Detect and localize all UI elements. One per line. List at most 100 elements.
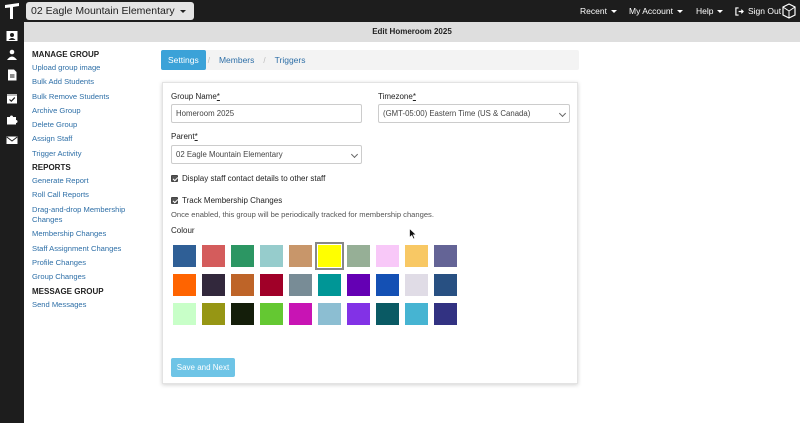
menu-membership-changes[interactable]: Membership Changes [32,229,152,239]
colour-swatch[interactable] [260,245,283,267]
parent-label: Parent* [171,132,198,141]
parent-value: 02 Eagle Mountain Elementary [176,150,283,159]
settings-form: Group Name* Homeroom 2025 Timezone* (GMT… [162,82,578,384]
timezone-select[interactable]: (GMT-05:00) Eastern Time (US & Canada) [378,104,570,123]
colour-swatch[interactable] [315,242,344,270]
document-icon[interactable] [6,69,18,81]
colour-swatch[interactable] [289,245,312,267]
nav-sign-out[interactable]: Sign Out [735,0,781,22]
colour-swatch[interactable] [231,245,254,267]
colour-swatch[interactable] [376,274,399,296]
app-logo-icon[interactable] [0,0,24,22]
caret-down-icon [610,9,617,13]
display-contact-row: Display staff contact details to other s… [171,174,325,183]
colour-swatch[interactable] [376,245,399,267]
required-mark: * [216,92,220,101]
menu-archive-group[interactable]: Archive Group [32,106,152,116]
nav-help-label: Help [696,6,714,16]
menu-roll-call-reports[interactable]: Roll Call Reports [32,190,152,200]
colour-swatch[interactable] [434,274,457,296]
colour-swatch[interactable] [173,245,196,267]
colour-swatch[interactable] [231,274,254,296]
colour-swatch[interactable] [289,303,312,325]
display-contact-checkbox[interactable] [171,175,178,182]
nav-recent[interactable]: Recent [580,0,617,22]
tab-members[interactable]: Members [212,50,261,70]
menu-assign-staff[interactable]: Assign Staff [32,134,152,144]
menu-upload-group-image[interactable]: Upload group image [32,63,152,73]
nav-sign-out-label: Sign Out [748,6,782,16]
nav-my-account-label: My Account [629,6,673,16]
menu-send-messages[interactable]: Send Messages [32,300,152,310]
chevron-down-icon [558,109,567,118]
nav-help[interactable]: Help [696,0,724,22]
save-and-next-button[interactable]: Save and Next [171,358,235,377]
timezone-label: Timezone* [378,92,416,101]
colour-swatch[interactable] [405,245,428,267]
track-membership-row: Track Membership Changes [171,196,282,205]
page-title: Edit Homeroom 2025 [24,22,800,42]
colour-swatch[interactable] [434,303,457,325]
tab-triggers[interactable]: Triggers [268,50,313,70]
menu-bulk-remove-students[interactable]: Bulk Remove Students [32,92,152,102]
sign-out-icon [735,6,744,16]
track-membership-checkbox[interactable] [171,197,178,204]
colour-swatch[interactable] [260,303,283,325]
nav-recent-label: Recent [580,6,607,16]
reports-heading: REPORTS [32,163,71,173]
parent-select[interactable]: 02 Eagle Mountain Elementary [171,145,362,164]
caret-down-icon [676,9,683,13]
colour-swatch[interactable] [289,274,312,296]
colour-swatch[interactable] [173,303,196,325]
school-selector-label: 02 Eagle Mountain Elementary [31,5,175,17]
colour-swatch[interactable] [434,245,457,267]
colour-swatch[interactable] [231,303,254,325]
group-name-input[interactable]: Homeroom 2025 [171,104,362,123]
icon-rail [0,22,24,423]
nav-my-account[interactable]: My Account [629,0,683,22]
timezone-label-text: Timezone [378,92,413,101]
timezone-value: (GMT-05:00) Eastern Time (US & Canada) [383,109,531,118]
required-mark: * [412,92,416,101]
colour-swatch[interactable] [260,274,283,296]
menu-delete-group[interactable]: Delete Group [32,120,152,130]
colour-swatch[interactable] [202,245,225,267]
tab-bar: Settings / Members / Triggers [161,50,579,70]
colour-swatch[interactable] [405,303,428,325]
menu-profile-changes[interactable]: Profile Changes [32,258,152,268]
school-selector[interactable]: 02 Eagle Mountain Elementary [26,2,194,20]
caret-down-icon [717,9,724,13]
colour-swatch[interactable] [318,274,341,296]
teacher-icon[interactable] [6,49,18,61]
puzzle-icon[interactable] [6,113,18,125]
message-group-heading: MESSAGE GROUP [32,286,104,296]
colour-swatch[interactable] [347,303,370,325]
menu-trigger-activity[interactable]: Trigger Activity [32,149,152,159]
calendar-check-icon[interactable] [6,92,18,104]
colour-swatch[interactable] [202,303,225,325]
colour-swatch[interactable] [405,274,428,296]
parent-label-text: Parent [171,132,195,141]
colour-swatch[interactable] [173,274,196,296]
menu-bulk-add-students[interactable]: Bulk Add Students [32,77,152,87]
menu-generate-report[interactable]: Generate Report [32,176,152,186]
menu-drag-drop-membership-cont[interactable]: Changes [32,215,152,225]
manage-group-heading: MANAGE GROUP [32,50,100,59]
menu-staff-assignment-changes[interactable]: Staff Assignment Changes [32,244,152,254]
sidebar-menu: MANAGE GROUP Upload group image Bulk Add… [32,50,152,314]
group-name-value: Homeroom 2025 [176,109,235,118]
user-card-icon[interactable] [6,30,18,42]
track-hint: Once enabled, this group will be periodi… [171,210,434,219]
envelope-icon[interactable] [6,134,18,146]
tab-settings[interactable]: Settings [161,50,206,70]
colour-swatch[interactable] [347,274,370,296]
menu-drag-drop-membership[interactable]: Drag-and-drop Membership [32,205,152,215]
track-membership-label: Track Membership Changes [182,196,283,205]
colour-swatch[interactable] [347,245,370,267]
mouse-cursor-icon [409,228,417,240]
brand-cube-icon [782,3,796,19]
colour-swatch[interactable] [202,274,225,296]
colour-swatch[interactable] [318,303,341,325]
menu-group-changes[interactable]: Group Changes [32,272,152,282]
colour-swatch[interactable] [376,303,399,325]
